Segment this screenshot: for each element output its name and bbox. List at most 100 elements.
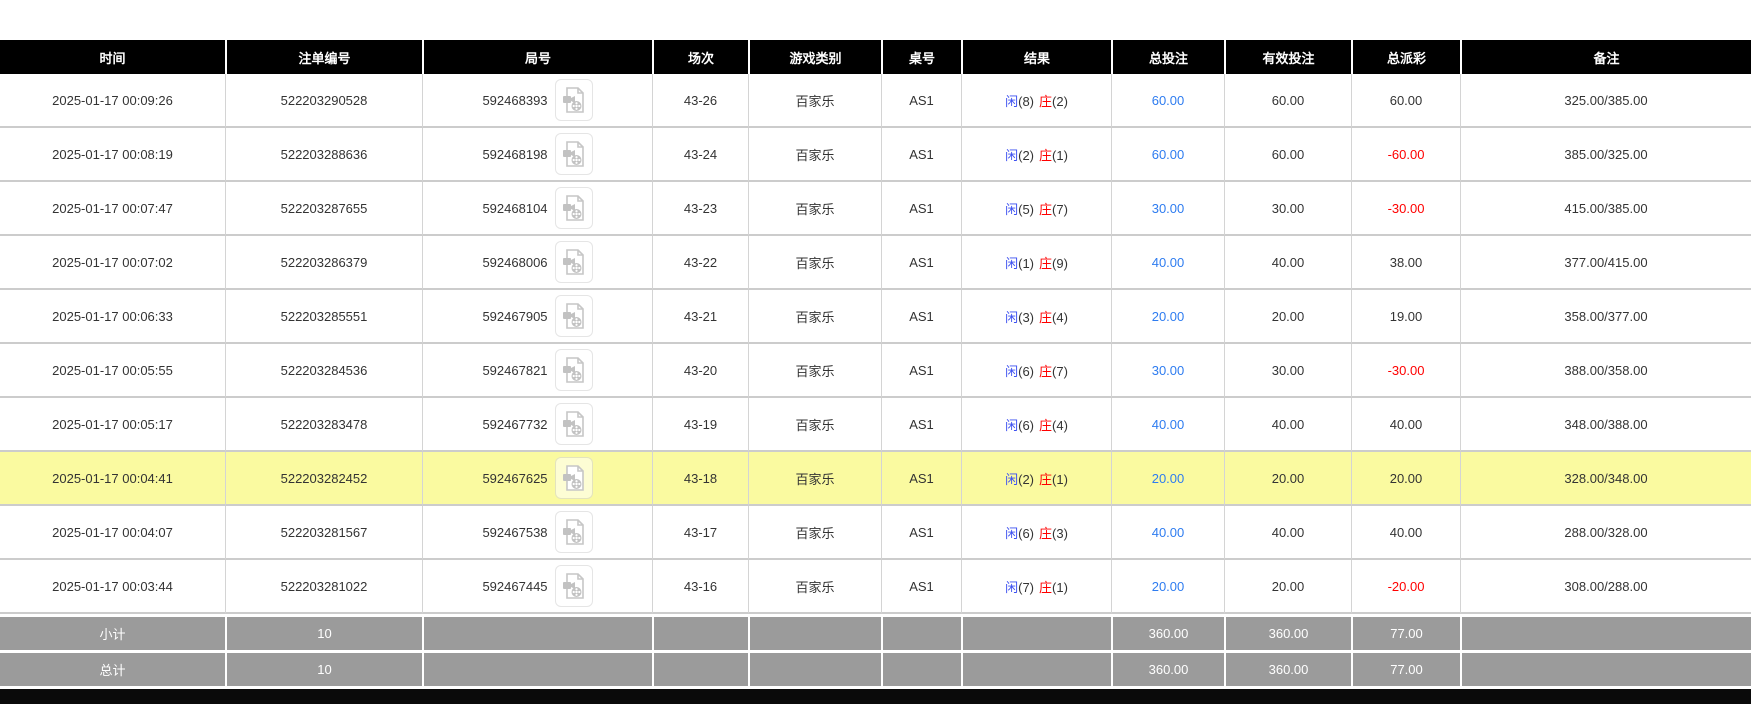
table-row: 2025-01-17 00:04:07 522203281567 5924675… [0, 506, 1751, 560]
grand-total-row: 总计 10 360.00 360.00 77.00 [0, 650, 1751, 686]
cell-remark: 288.00/328.00 [1460, 506, 1751, 560]
cell-total-bet: 20.00 [1111, 290, 1224, 344]
bet-time: 2025-01-17 00:07:02 [52, 255, 173, 270]
table-row: 2025-01-17 00:04:41 522203282452 5924676… [0, 452, 1751, 506]
payout-value: 40.00 [1390, 525, 1423, 540]
table-row: 2025-01-17 00:09:26 522203290528 5924683… [0, 74, 1751, 128]
cell-result: 闲(3)庄(4) [961, 290, 1111, 344]
player-result-label: 闲 [1005, 256, 1018, 271]
player-result-label: 闲 [1005, 148, 1018, 163]
cell-game-type: 百家乐 [748, 506, 881, 560]
video-replay-button[interactable] [555, 403, 593, 445]
cell-bet-number: 522203286379 [225, 236, 422, 290]
video-replay-button[interactable] [555, 511, 593, 553]
bet-time: 2025-01-17 00:08:19 [52, 147, 173, 162]
cell-result: 闲(5)庄(7) [961, 182, 1111, 236]
session-number: 43-17 [684, 525, 717, 540]
session-number: 43-24 [684, 147, 717, 162]
subtotal-row: 小计 10 360.00 360.00 77.00 [0, 614, 1751, 650]
cell-payout: -30.00 [1351, 344, 1460, 398]
bet-time: 2025-01-17 00:07:47 [52, 201, 173, 216]
video-replay-button[interactable] [555, 241, 593, 283]
video-replay-button[interactable] [555, 79, 593, 121]
cell-result: 闲(2)庄(1) [961, 452, 1111, 506]
total-bet-link[interactable]: 30.00 [1152, 201, 1185, 216]
video-replay-button[interactable] [555, 187, 593, 229]
col-header-time: 时间 [0, 40, 225, 74]
game-type: 百家乐 [795, 202, 834, 217]
cell-total-bet: 60.00 [1111, 128, 1224, 182]
video-replay-button[interactable] [555, 133, 593, 175]
game-type: 百家乐 [795, 148, 834, 163]
cell-time: 2025-01-17 00:04:07 [0, 506, 225, 560]
bet-number: 522203282452 [281, 471, 368, 486]
video-replay-button[interactable] [555, 295, 593, 337]
player-result-label: 闲 [1005, 310, 1018, 325]
grand-total-total-bet: 360.00 [1111, 650, 1224, 686]
bet-number: 522203281022 [281, 579, 368, 594]
cell-table-number: AS1 [881, 452, 961, 506]
grand-total-count: 10 [225, 650, 422, 686]
session-number: 43-19 [684, 417, 717, 432]
bet-time: 2025-01-17 00:03:44 [52, 579, 173, 594]
round-number: 592468198 [482, 147, 547, 162]
subtotal-count: 10 [225, 614, 422, 650]
banker-result-label: 庄 [1039, 310, 1052, 325]
payout-value: -60.00 [1388, 147, 1425, 162]
video-replay-button[interactable] [555, 457, 593, 499]
cell-session: 43-16 [652, 560, 748, 614]
col-header-payout: 总派彩 [1351, 40, 1460, 74]
bet-number: 522203283478 [281, 417, 368, 432]
banker-result-label: 庄 [1039, 418, 1052, 433]
session-number: 43-23 [684, 201, 717, 216]
table-row: 2025-01-17 00:05:17 522203283478 5924677… [0, 398, 1751, 452]
video-replay-button[interactable] [555, 349, 593, 391]
banker-result-value: (4) [1052, 310, 1068, 325]
remark-value: 325.00/385.00 [1564, 93, 1647, 108]
col-header-remark: 备注 [1460, 40, 1751, 74]
bet-time: 2025-01-17 00:04:41 [52, 471, 173, 486]
cell-remark: 308.00/288.00 [1460, 560, 1751, 614]
subtotal-empty-cell [1460, 614, 1751, 650]
player-result-label: 闲 [1005, 94, 1018, 109]
cell-valid-bet: 60.00 [1224, 128, 1351, 182]
total-bet-link[interactable]: 40.00 [1152, 417, 1185, 432]
round-number: 592467821 [482, 363, 547, 378]
cell-time: 2025-01-17 00:07:02 [0, 236, 225, 290]
total-bet-link[interactable]: 40.00 [1152, 255, 1185, 270]
bet-number: 522203287655 [281, 201, 368, 216]
cell-payout: 20.00 [1351, 452, 1460, 506]
table-number: AS1 [909, 201, 934, 216]
session-number: 43-26 [684, 93, 717, 108]
cell-result: 闲(2)庄(1) [961, 128, 1111, 182]
video-file-icon [562, 572, 586, 600]
total-bet-link[interactable]: 60.00 [1152, 147, 1185, 162]
total-bet-link[interactable]: 20.00 [1152, 579, 1185, 594]
cell-remark: 325.00/385.00 [1460, 74, 1751, 128]
cell-valid-bet: 40.00 [1224, 236, 1351, 290]
cell-valid-bet: 20.00 [1224, 560, 1351, 614]
cell-round-number: 592467821 [422, 344, 652, 398]
total-bet-link[interactable]: 20.00 [1152, 309, 1185, 324]
cell-table-number: AS1 [881, 128, 961, 182]
cell-bet-number: 522203281567 [225, 506, 422, 560]
player-result-label: 闲 [1005, 202, 1018, 217]
video-file-icon [562, 464, 586, 492]
video-replay-button[interactable] [555, 565, 593, 607]
valid-bet-value: 30.00 [1272, 363, 1305, 378]
cell-time: 2025-01-17 00:06:33 [0, 290, 225, 344]
total-bet-link[interactable]: 60.00 [1152, 93, 1185, 108]
cell-payout: -20.00 [1351, 560, 1460, 614]
total-bet-link[interactable]: 40.00 [1152, 525, 1185, 540]
player-result-label: 闲 [1005, 472, 1018, 487]
session-number: 43-20 [684, 363, 717, 378]
payout-value: 20.00 [1390, 471, 1423, 486]
cell-game-type: 百家乐 [748, 290, 881, 344]
total-bet-link[interactable]: 20.00 [1152, 471, 1185, 486]
payout-value: 38.00 [1390, 255, 1423, 270]
total-bet-link[interactable]: 30.00 [1152, 363, 1185, 378]
remark-value: 377.00/415.00 [1564, 255, 1647, 270]
cell-time: 2025-01-17 00:04:41 [0, 452, 225, 506]
round-number: 592467538 [482, 525, 547, 540]
bet-number: 522203286379 [281, 255, 368, 270]
